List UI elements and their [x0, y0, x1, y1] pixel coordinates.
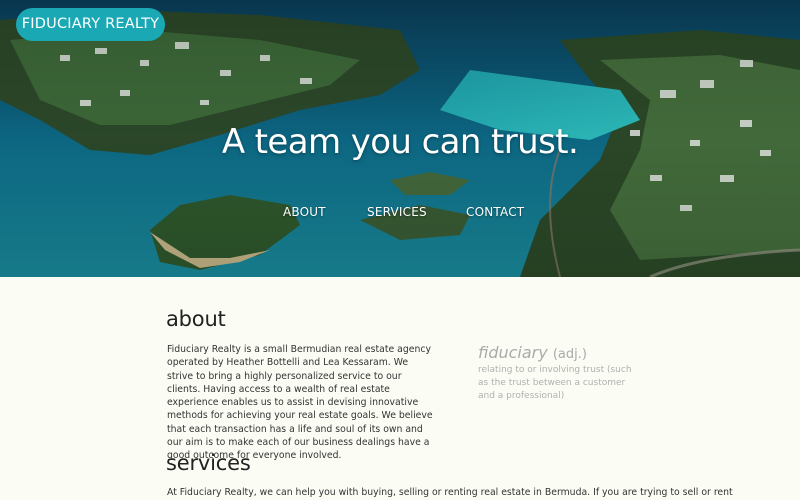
- hero-tagline: A team you can trust.: [221, 122, 579, 162]
- nav-contact-link[interactable]: CONTACT: [466, 205, 524, 219]
- definition-aside: fiduciary (adj.) relating to or involvin…: [478, 343, 648, 403]
- main-nav: ABOUT SERVICES CONTACT: [0, 205, 800, 225]
- nav-services-link[interactable]: SERVICES: [367, 205, 427, 219]
- services-body: At Fiduciary Realty, we can help you wit…: [167, 487, 733, 498]
- brand-logo-button[interactable]: FIDUCIARY REALTY: [16, 8, 165, 41]
- definition-term: fiduciary: [478, 343, 548, 362]
- about-heading: about: [166, 307, 226, 331]
- about-body: Fiduciary Realty is a small Bermudian re…: [167, 344, 433, 462]
- services-heading: services: [166, 451, 251, 475]
- nav-about-link[interactable]: ABOUT: [283, 205, 326, 219]
- definition-meaning: relating to or involving trust (such as …: [478, 365, 632, 401]
- definition-part-of-speech: (adj.): [552, 347, 587, 362]
- hero-banner: FIDUCIARY REALTY A team you can trust. A…: [0, 0, 800, 277]
